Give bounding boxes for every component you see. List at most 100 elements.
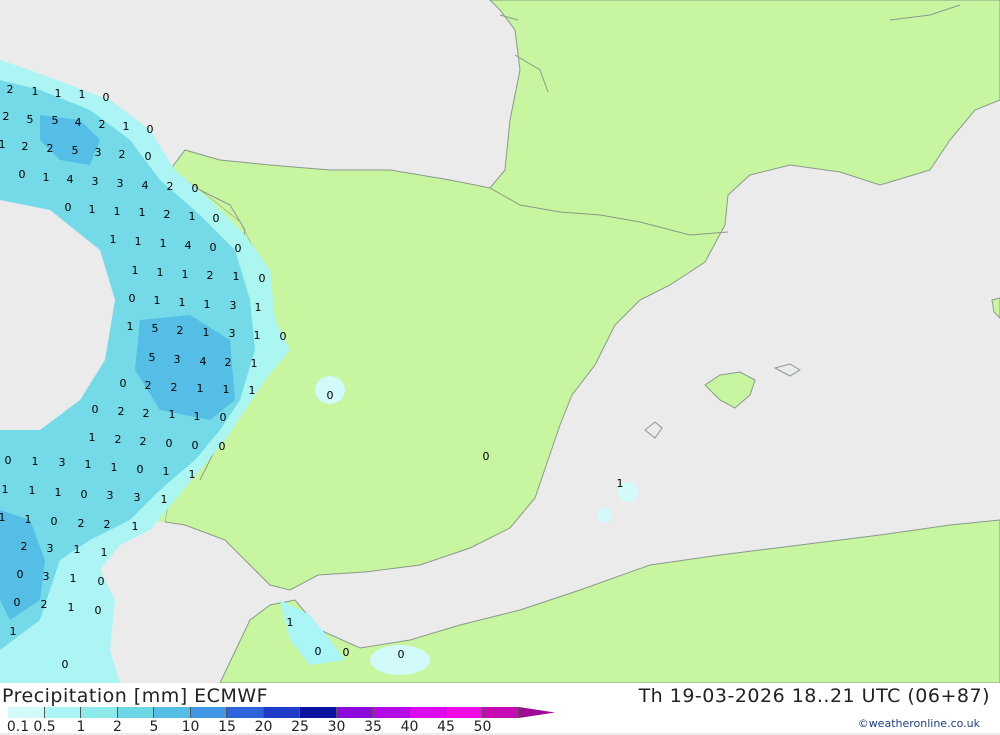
precip-value: 0 xyxy=(17,568,24,581)
precip-value: 2 xyxy=(41,598,48,611)
precip-value: 1 xyxy=(25,513,32,526)
precip-value: 2 xyxy=(99,118,106,131)
precip-value: 2 xyxy=(47,142,54,155)
precip-value: 2 xyxy=(225,356,232,369)
precip-value: 0 xyxy=(120,377,127,390)
precip-value: 1 xyxy=(135,235,142,248)
precip-value: 0 xyxy=(213,212,220,225)
precip-value: 1 xyxy=(55,87,62,100)
precip-value: 0 xyxy=(192,439,199,452)
precipitation-map[interactable]: 2 1 1 1 0 2 5 5 4 2 1 0 1 2 2 5 3 2 0 0 1 4 3 3 4 2 0 0 1 1 1 2 1 0 1 1 1 4 0 0… xyxy=(0,0,1000,684)
legend-swatch xyxy=(482,707,519,718)
precip-value: 0 xyxy=(166,437,173,450)
precip-value: 1 xyxy=(179,296,186,309)
map-svg: 2 1 1 1 0 2 5 5 4 2 1 0 1 2 2 5 3 2 0 0 1 4 3 3 4 2 0 0 1 1 1 2 1 0 1 1 1 4 0 0… xyxy=(0,0,1000,684)
precip-value: 5 xyxy=(72,144,79,157)
precip-value: 1 xyxy=(154,294,161,307)
precip-value: 3 xyxy=(134,491,141,504)
precip-value: 1 xyxy=(89,203,96,216)
precip-value: 0 xyxy=(81,488,88,501)
precip-value: 2 xyxy=(3,110,10,123)
precip-value: 4 xyxy=(200,355,207,368)
legend-swatch xyxy=(300,707,337,718)
precip-value: 5 xyxy=(52,114,59,127)
precip-value: 0 xyxy=(210,241,217,254)
precip-value: 0 xyxy=(14,596,21,609)
precip-small-patch-3 xyxy=(598,507,612,523)
precip-value: 3 xyxy=(43,570,50,583)
precip-value: 2 xyxy=(177,324,184,337)
precip-value: 3 xyxy=(92,175,99,188)
precip-value: 2 xyxy=(119,148,126,161)
precip-value: 1 xyxy=(223,383,230,396)
precip-value: 0 xyxy=(95,604,102,617)
precip-value: 1 xyxy=(163,465,170,478)
precip-value: 1 xyxy=(43,171,50,184)
precip-value: 2 xyxy=(164,208,171,221)
precip-value: 1 xyxy=(68,601,75,614)
precip-value: 4 xyxy=(185,239,192,252)
precip-value: 0 xyxy=(219,440,226,453)
precip-value: 0 xyxy=(129,292,136,305)
precip-value: 0 xyxy=(51,515,58,528)
legend-swatch xyxy=(8,707,45,718)
precip-value: 1 xyxy=(89,431,96,444)
precip-value: 1 xyxy=(101,546,108,559)
precip-value: 1 xyxy=(111,461,118,474)
precip-value: 1 xyxy=(32,85,39,98)
precip-value: 1 xyxy=(157,266,164,279)
precip-value: 0 xyxy=(315,645,322,658)
precip-value: 1 xyxy=(32,455,39,468)
precip-value: 0 xyxy=(19,168,26,181)
legend-swatch xyxy=(81,707,118,718)
precip-value: 0 xyxy=(92,403,99,416)
precip-value: 0 xyxy=(220,411,227,424)
precip-value: 1 xyxy=(251,357,258,370)
precip-value: 1 xyxy=(123,120,130,133)
legend-swatch xyxy=(409,707,446,718)
precip-value: 0 xyxy=(483,450,490,463)
credit-link[interactable]: ©weatheronline.co.uk xyxy=(858,717,980,730)
precip-value: 1 xyxy=(249,384,256,397)
precip-value: 1 xyxy=(160,237,167,250)
precip-value: 2 xyxy=(21,540,28,553)
precip-value: 0 xyxy=(343,646,350,659)
legend-swatch xyxy=(227,707,264,718)
precip-value: 1 xyxy=(74,543,81,556)
precip-value: 0 xyxy=(137,463,144,476)
precip-value: 1 xyxy=(114,205,121,218)
precip-value: 0 xyxy=(398,648,405,661)
precip-value: 3 xyxy=(230,299,237,312)
precip-value: 5 xyxy=(27,113,34,126)
precip-value: 0 xyxy=(62,658,69,671)
precip-value: 2 xyxy=(7,83,14,96)
precip-value: 3 xyxy=(47,542,54,555)
precip-value: 3 xyxy=(59,456,66,469)
legend-swatch xyxy=(263,707,300,718)
precip-value: 0 xyxy=(192,182,199,195)
legend-swatch xyxy=(44,707,81,718)
precip-value: 1 xyxy=(55,486,62,499)
precip-value: 0 xyxy=(327,389,334,402)
precip-value: 1 xyxy=(0,138,6,151)
precip-value: 4 xyxy=(75,116,82,129)
precip-value: 1 xyxy=(254,329,261,342)
footer: Precipitation [mm] ECMWF Th 19-03-2026 1… xyxy=(0,683,1000,735)
precip-value: 3 xyxy=(95,146,102,159)
legend-swatch xyxy=(190,707,227,718)
precip-value: 5 xyxy=(152,322,159,335)
legend-swatch xyxy=(117,707,154,718)
precip-value: 2 xyxy=(143,407,150,420)
precip-value: 1 xyxy=(287,616,294,629)
precip-value: 3 xyxy=(229,327,236,340)
precip-value: 1 xyxy=(255,301,262,314)
legend-swatch xyxy=(154,707,191,718)
precip-value: 2 xyxy=(22,140,29,153)
precip-value: 1 xyxy=(29,484,36,497)
precip-value: 1 xyxy=(132,520,139,533)
precip-value: 2 xyxy=(118,405,125,418)
precip-value: 1 xyxy=(204,298,211,311)
precip-value: 1 xyxy=(70,572,77,585)
precip-value: 1 xyxy=(10,625,17,638)
precip-value: 2 xyxy=(104,518,111,531)
